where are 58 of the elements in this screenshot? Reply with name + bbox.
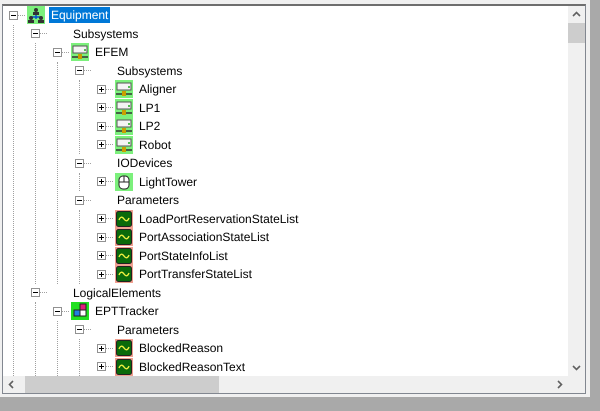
expand-icon[interactable]: [97, 140, 106, 150]
tree-item[interactable]: BlockedReasonText: [137, 358, 248, 375]
expand-icon[interactable]: [97, 232, 106, 242]
tree-item[interactable]: Parameters: [115, 192, 182, 208]
tree-item[interactable]: IODevices: [115, 155, 174, 172]
collapse-icon[interactable]: [75, 158, 84, 168]
tree-item[interactable]: Robot: [137, 136, 174, 153]
scrollbar-thumb[interactable]: [568, 23, 585, 43]
expand-icon[interactable]: [97, 362, 106, 372]
device-icon: [115, 117, 133, 136]
expand-icon[interactable]: [97, 177, 106, 186]
tree-item[interactable]: Parameters: [115, 322, 182, 338]
collapse-icon[interactable]: [31, 29, 40, 38]
tree-item[interactable]: LightTower: [137, 174, 200, 190]
tree-item[interactable]: PortTransferStateList: [137, 266, 254, 282]
collapse-icon[interactable]: [75, 66, 84, 76]
tree-item[interactable]: LP2: [137, 118, 162, 134]
tree-item[interactable]: EFEM: [93, 44, 130, 60]
expand-icon[interactable]: [97, 122, 106, 131]
device-icon: [115, 80, 133, 98]
collapse-icon[interactable]: [53, 306, 62, 316]
device-icon: [71, 43, 89, 62]
signal-chart-icon: [115, 358, 133, 376]
tree-item[interactable]: LoadPortReservationStateList: [137, 210, 300, 227]
expand-icon[interactable]: [97, 214, 106, 224]
tree-item[interactable]: PortAssociationStateList: [137, 229, 272, 246]
expand-icon[interactable]: [97, 270, 106, 279]
network-icon: [27, 6, 45, 24]
tree-item[interactable]: Subsystems: [71, 26, 140, 42]
expand-icon[interactable]: [97, 344, 106, 353]
signal-chart-icon: [115, 228, 133, 246]
expand-icon[interactable]: [97, 103, 106, 112]
device-icon: [115, 98, 133, 117]
tree-item[interactable]: EPTTracker: [93, 303, 161, 320]
collapse-icon[interactable]: [9, 10, 18, 20]
vertical-scrollbar[interactable]: [568, 6, 585, 376]
expand-icon[interactable]: [97, 251, 106, 260]
tree-item[interactable]: LogicalElements: [71, 284, 164, 301]
collapse-icon[interactable]: [75, 325, 84, 334]
mouse-icon: [115, 172, 133, 191]
tree-item[interactable]: BlockedReason: [137, 340, 226, 356]
tree-item[interactable]: Aligner: [137, 81, 178, 98]
signal-chart-icon: [115, 339, 133, 358]
expand-icon[interactable]: [97, 84, 106, 94]
signal-chart-icon: [115, 210, 133, 228]
signal-chart-icon: [115, 246, 133, 265]
tree-item[interactable]: LP1: [137, 100, 162, 116]
blocks-icon: [71, 302, 89, 320]
collapse-icon[interactable]: [75, 196, 84, 205]
tree-item[interactable]: PortStateInfoList: [137, 248, 230, 264]
signal-chart-icon: [115, 265, 133, 284]
tree-item[interactable]: Subsystems: [115, 62, 184, 79]
horizontal-scrollbar[interactable]: [3, 376, 568, 393]
scrollbar-thumb[interactable]: [25, 376, 219, 393]
collapse-icon[interactable]: [53, 48, 62, 57]
device-icon: [115, 136, 133, 154]
tree-item[interactable]: Equipment: [49, 7, 110, 24]
collapse-icon[interactable]: [31, 288, 40, 298]
